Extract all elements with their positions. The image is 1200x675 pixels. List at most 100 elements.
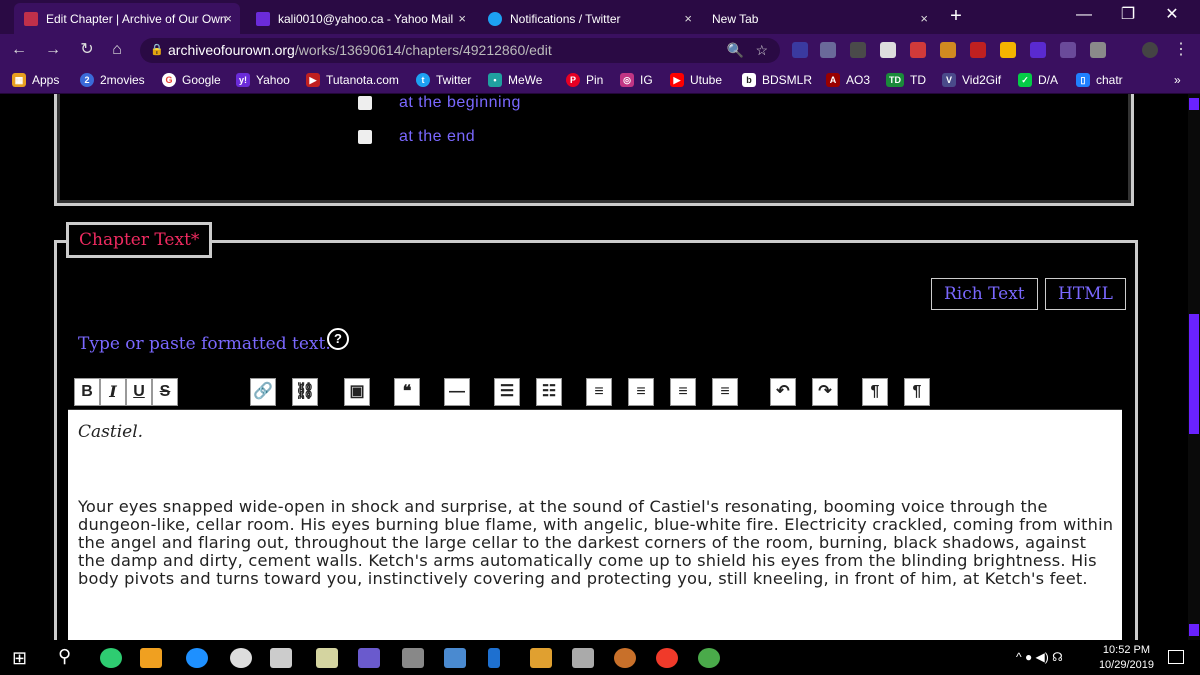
profile-avatar[interactable] <box>1142 42 1158 58</box>
store-icon[interactable] <box>140 648 162 668</box>
download-icon[interactable] <box>880 42 896 58</box>
minimize-button[interactable]: — <box>1064 0 1104 30</box>
justify-icon[interactable]: ≡ <box>712 378 738 406</box>
image-icon[interactable]: ▣ <box>344 378 370 406</box>
bullet-list-icon[interactable]: ☰ <box>494 378 520 406</box>
unlink-icon[interactable]: ⛓ <box>292 378 318 406</box>
align-left-icon[interactable]: ≡ <box>586 378 612 406</box>
scrollbar-thumb[interactable] <box>1189 314 1199 434</box>
scroll-down-arrow[interactable] <box>1189 624 1199 636</box>
tab-yahoo-mail[interactable]: kali0010@yahoo.ca - Yahoo Mail × <box>246 3 474 34</box>
undo-icon[interactable]: ↶ <box>770 378 796 406</box>
bookmark-vid2gif[interactable]: V Vid2Gif <box>942 72 1001 88</box>
bookmark-star-icon[interactable]: ☆ <box>755 38 768 63</box>
podcast-icon[interactable] <box>270 648 292 668</box>
bookmark-apps[interactable]: ▦ Apps <box>12 72 59 88</box>
editor-hint: Type or paste formatted text. <box>78 334 331 354</box>
window-icon[interactable] <box>402 648 424 668</box>
brightness-icon[interactable] <box>230 648 252 668</box>
app-icon[interactable] <box>614 648 636 668</box>
bookmark-tutanota[interactable]: ▶ Tutanota.com <box>306 72 399 88</box>
forward-button[interactable]: → <box>42 39 64 61</box>
underline-button[interactable]: U <box>126 378 152 406</box>
search-icon[interactable]: ⚲ <box>58 646 71 667</box>
close-tab-icon[interactable]: × <box>684 11 692 26</box>
url-input[interactable]: 🔒 archiveofourown.org/works/13690614/cha… <box>140 38 780 63</box>
screen-icon[interactable] <box>444 648 466 668</box>
home-button[interactable]: ⌂ <box>106 39 128 61</box>
bookmark-2movies[interactable]: 2 2movies <box>80 72 145 88</box>
bookmark-google[interactable]: G Google <box>162 72 221 88</box>
close-tab-icon[interactable]: × <box>458 11 466 26</box>
chrome-icon[interactable] <box>656 648 678 668</box>
extension-icon[interactable] <box>1090 42 1106 58</box>
page-scrollbar[interactable] <box>1188 94 1200 640</box>
strikethrough-button[interactable]: S <box>152 378 178 406</box>
tab-twitter[interactable]: Notifications / Twitter × <box>478 3 700 34</box>
extension-icon[interactable] <box>792 42 808 58</box>
notifications-icon[interactable] <box>1168 650 1184 664</box>
media-icon[interactable] <box>358 648 380 668</box>
chrome-active-icon[interactable] <box>698 648 720 668</box>
bookmark-td[interactable]: TD TD <box>886 72 926 88</box>
drive-icon[interactable] <box>1000 42 1016 58</box>
new-tab-button[interactable]: + <box>944 4 968 28</box>
position-end-checkbox[interactable] <box>358 130 372 144</box>
rtl-icon[interactable]: ¶ <box>904 378 930 406</box>
numbered-list-icon[interactable]: ☷ <box>536 378 562 406</box>
extension-icon[interactable] <box>1030 42 1046 58</box>
phone-icon[interactable] <box>488 648 500 668</box>
html-button[interactable]: HTML <box>1045 278 1126 310</box>
bookmark-yahoo[interactable]: y! Yahoo <box>236 72 290 88</box>
close-tab-icon[interactable]: × <box>224 11 232 26</box>
help-icon[interactable]: ? <box>327 328 349 350</box>
bookmark-chatr[interactable]: ▯ chatr <box>1076 72 1123 88</box>
bookmark-pin[interactable]: P Pin <box>566 72 603 88</box>
back-button[interactable]: ← <box>8 39 30 61</box>
notes-icon[interactable] <box>316 648 338 668</box>
reload-button[interactable]: ↻ <box>76 39 98 61</box>
extension-icon[interactable] <box>1060 42 1076 58</box>
scroll-up-arrow[interactable] <box>1189 98 1199 110</box>
taskbar-clock[interactable]: 10:52 PM 10/29/2019 <box>1099 643 1154 673</box>
start-button[interactable]: ⊞ <box>12 648 27 669</box>
extension-icon[interactable] <box>940 42 956 58</box>
align-center-icon[interactable]: ≡ <box>628 378 654 406</box>
align-right-icon[interactable]: ≡ <box>670 378 696 406</box>
adblock-icon[interactable] <box>970 42 986 58</box>
close-tab-icon[interactable]: × <box>920 11 928 26</box>
tab-new-tab[interactable]: New Tab × <box>702 3 936 34</box>
bookmark-ig[interactable]: ◎ IG <box>620 72 653 88</box>
bookmark-deviantart[interactable]: ✓ D/A <box>1018 72 1058 88</box>
mail-favicon-icon <box>256 11 270 26</box>
maximize-button[interactable]: ❐ <box>1108 0 1148 30</box>
extension-icon[interactable] <box>850 42 866 58</box>
chrome-menu-icon[interactable]: ⋮ <box>1170 39 1192 61</box>
zoom-icon[interactable]: 🔍 <box>727 38 744 63</box>
edge-icon[interactable] <box>186 648 208 668</box>
extension-icon[interactable] <box>910 42 926 58</box>
italic-button[interactable]: I <box>100 378 126 406</box>
bookmark-bdsmlr[interactable]: b BDSMLR <box>742 72 812 88</box>
close-window-button[interactable]: ✕ <box>1152 0 1192 30</box>
blockquote-icon[interactable]: ❝ <box>394 378 420 406</box>
redo-icon[interactable]: ↷ <box>812 378 838 406</box>
bookmark-mewe[interactable]: • MeWe <box>488 72 542 88</box>
system-tray[interactable]: ^ ● ◀) ☊ <box>1016 650 1063 664</box>
tab-edit-chapter[interactable]: Edit Chapter | Archive of Our Own × <box>14 3 240 34</box>
folder-icon[interactable] <box>530 648 552 668</box>
horizontal-rule-icon[interactable]: — <box>444 378 470 406</box>
bookmark-utube[interactable]: ▶ Utube <box>670 72 722 88</box>
rich-text-button[interactable]: Rich Text <box>931 278 1038 310</box>
extension-icon[interactable] <box>820 42 836 58</box>
chapter-text-editor[interactable]: Castiel. Your eyes snapped wide-open in … <box>68 410 1122 640</box>
bold-button[interactable]: B <box>74 378 100 406</box>
photos-icon[interactable] <box>572 648 594 668</box>
link-icon[interactable]: 🔗 <box>250 378 276 406</box>
ltr-icon[interactable]: ¶ <box>862 378 888 406</box>
whatsapp-icon[interactable] <box>100 648 122 668</box>
bookmark-ao3[interactable]: A AO3 <box>826 72 870 88</box>
position-beginning-checkbox[interactable] <box>358 96 372 110</box>
bookmarks-overflow-icon[interactable]: » <box>1174 72 1181 88</box>
bookmark-twitter[interactable]: t Twitter <box>416 72 471 88</box>
